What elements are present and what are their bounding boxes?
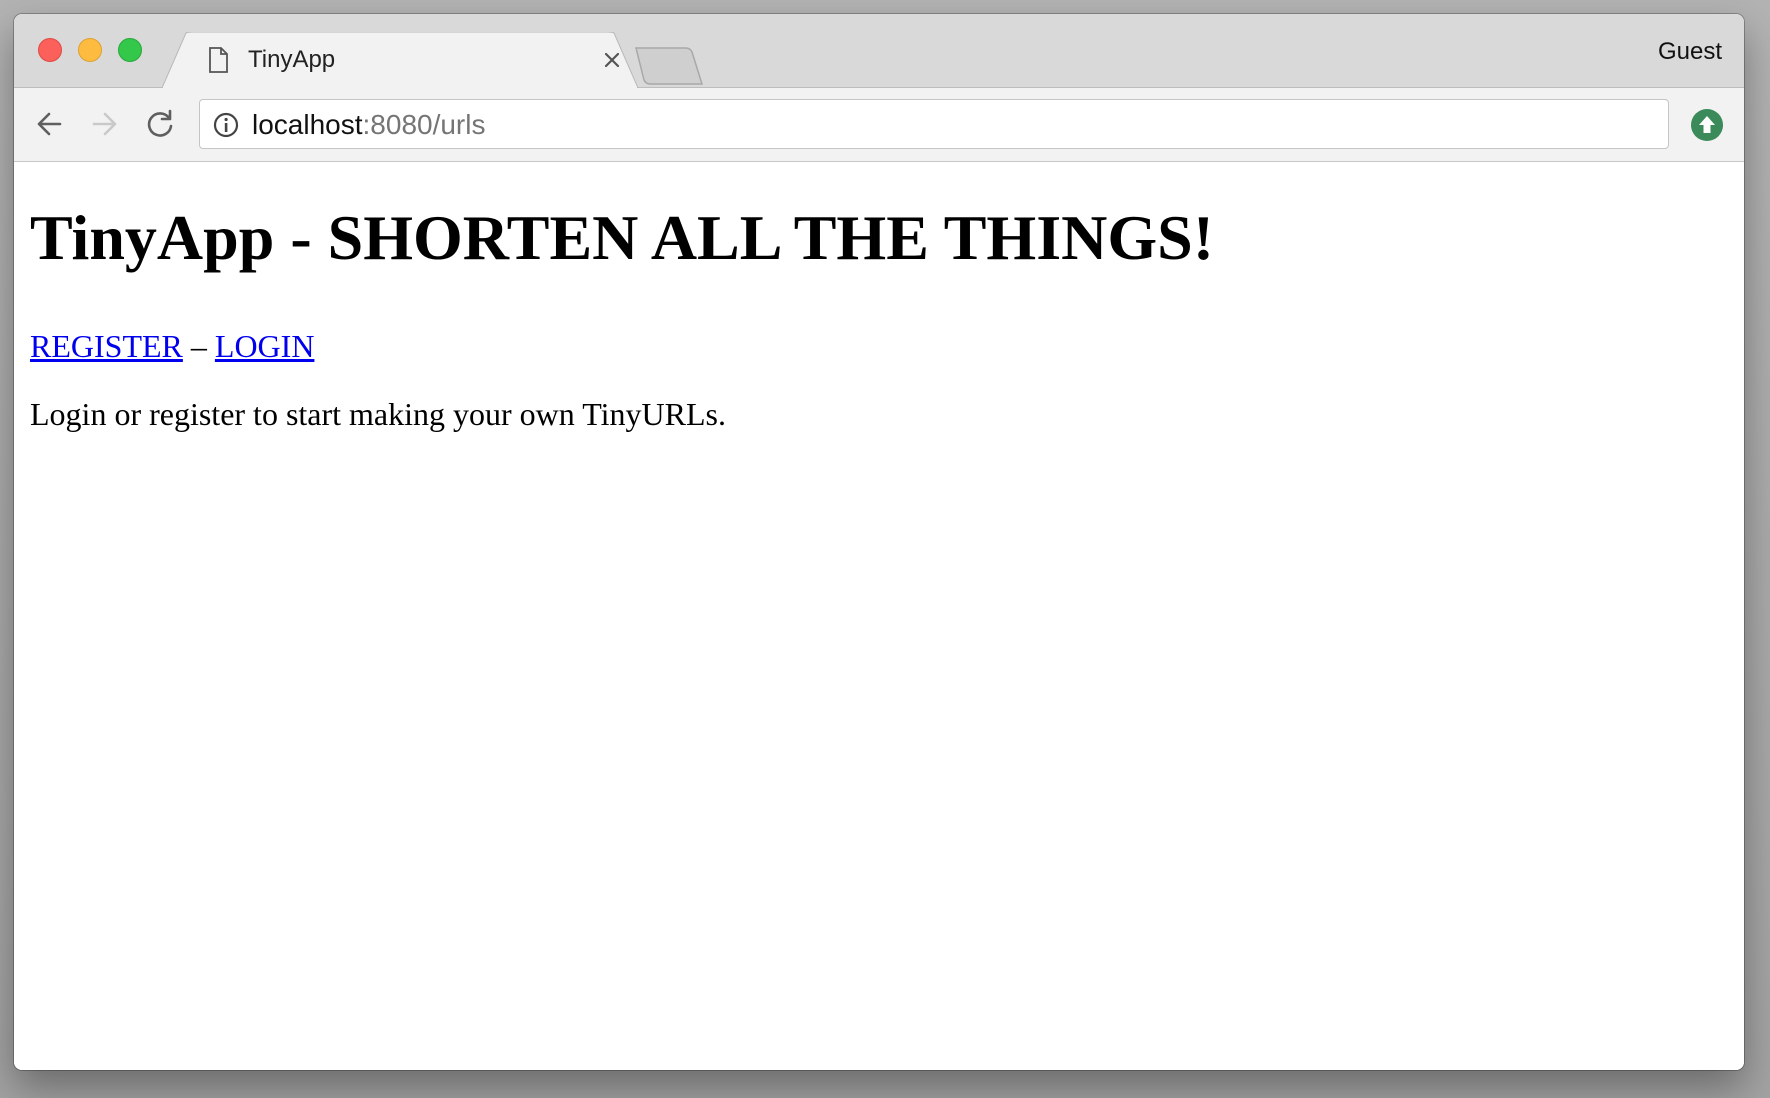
maximize-window-button[interactable] [118,38,142,62]
update-arrow-icon[interactable] [1690,108,1724,142]
auth-nav: REGISTER – LOGIN [30,326,314,366]
close-window-button[interactable] [38,38,62,62]
url-text[interactable]: localhost:8080/urls [252,109,485,141]
tab-title: TinyApp [248,46,336,73]
nav-separator: – [182,328,215,364]
forward-arrow-icon[interactable] [86,106,122,142]
info-icon[interactable] [212,111,240,139]
back-arrow-icon[interactable] [32,106,68,142]
tab-background [162,32,638,88]
minimize-window-button[interactable] [78,38,102,62]
url-host: localhost [252,109,363,140]
browser-toolbar: localhost:8080/urls [14,88,1744,162]
close-icon[interactable] [600,48,624,72]
browser-window: TinyApp Guest localhost:8080/urls TinyAp… [14,14,1744,1070]
register-link[interactable]: REGISTER [30,328,183,364]
login-link[interactable]: LOGIN [215,328,315,364]
address-bar[interactable]: localhost:8080/urls [199,99,1669,149]
tab-tinyapp[interactable]: TinyApp [162,32,638,88]
page-content: TinyApp - SHORTEN ALL THE THINGS! REGIST… [14,162,1744,1070]
login-prompt-text: Login or register to start making your o… [30,396,726,432]
reload-icon[interactable] [142,106,178,142]
url-path: :8080/urls [362,109,486,140]
page-title: TinyApp - SHORTEN ALL THE THINGS! [30,202,1214,273]
title-bar: TinyApp Guest [14,14,1744,88]
document-icon [209,47,228,73]
profile-name[interactable]: Guest [1658,38,1722,66]
new-tab-icon[interactable] [634,46,704,86]
